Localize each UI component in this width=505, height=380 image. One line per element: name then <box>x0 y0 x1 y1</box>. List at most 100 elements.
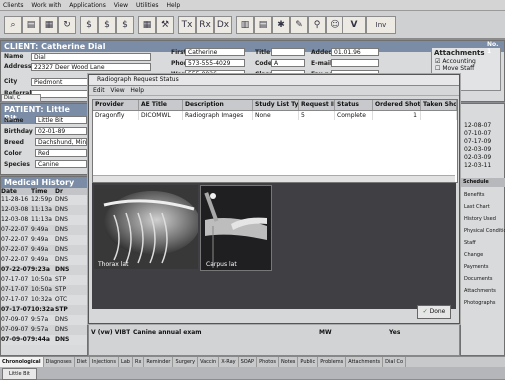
list-item[interactable]: 07-09-07 9:57a DNS <box>1 315 87 325</box>
list-item[interactable]: 12-03-11 <box>461 162 504 170</box>
list-item[interactable]: 07-09-07 9:57a DNS <box>1 325 87 335</box>
client-address-field[interactable]: 22327 Deer Wood Lane <box>31 63 151 71</box>
tab-chronological[interactable]: Chronological <box>0 357 44 367</box>
thorax-xray-image[interactable] <box>94 185 200 269</box>
side-link[interactable]: Benefits <box>461 192 505 204</box>
list-item[interactable]: 11-28-16 12:59p DNS <box>1 195 87 205</box>
col-provider[interactable]: Provider <box>93 100 139 110</box>
menu-help[interactable]: Help <box>163 0 183 9</box>
col-description[interactable]: Description <box>183 100 253 110</box>
diagnosis-icon[interactable]: Dx <box>214 16 232 34</box>
tab-dial-co[interactable]: Dial Co <box>383 357 407 367</box>
patient-name-field[interactable]: Little Bit <box>35 116 87 124</box>
list-item[interactable]: 07-17-07 10:32a STP <box>1 305 87 315</box>
invoice-icon[interactable]: $ <box>116 16 134 34</box>
title-field[interactable] <box>271 48 305 56</box>
tab-lab[interactable]: Lab <box>119 357 133 367</box>
xray-icon[interactable]: ✱ <box>272 16 290 34</box>
side-link[interactable]: History Used <box>461 216 505 228</box>
side-link[interactable]: Photographs <box>461 300 505 312</box>
dollar-icon[interactable]: $ <box>98 16 116 34</box>
tab-surgery[interactable]: Surgery <box>173 357 199 367</box>
species-field[interactable]: Canine <box>35 160 87 168</box>
table-icon[interactable]: ▥ <box>236 16 254 34</box>
list-item[interactable]: 07-22-07 9:49a DNS <box>1 225 87 235</box>
horizontal-scrollbar[interactable] <box>93 175 455 182</box>
tab-notes[interactable]: Notes <box>279 357 299 367</box>
refresh-icon[interactable]: ↻ <box>58 16 76 34</box>
client-tab[interactable]: Dial, C <box>1 94 41 102</box>
calendar-icon[interactable]: ▦ <box>40 16 58 34</box>
list-item[interactable]: 07-17-09 <box>461 138 504 146</box>
dialog-menu-help[interactable]: Help <box>130 87 144 94</box>
list-item[interactable]: 07-09-07 9:44a DNS <box>1 335 87 345</box>
tab-soap[interactable]: SOAP <box>239 357 258 367</box>
col-study-list-type[interactable]: Study List Type <box>253 100 299 110</box>
side-link[interactable]: Last Chart <box>461 204 505 216</box>
list-item[interactable]: 02-03-09 <box>461 154 504 162</box>
side-link[interactable]: Attachments <box>461 288 505 300</box>
tab-reminder[interactable]: Reminder <box>144 357 174 367</box>
list-item[interactable]: 07-22-07 9:23a DNS <box>1 265 87 275</box>
menu-work-with[interactable]: Work with <box>28 0 64 9</box>
list-item[interactable]: 12-03-08 11:13a DNS <box>1 205 87 215</box>
tab-photos[interactable]: Photos <box>257 357 279 367</box>
schedule-tab[interactable]: Schedule <box>461 178 505 187</box>
col-status[interactable]: Status <box>335 100 373 110</box>
inventory-icon[interactable]: Inv <box>366 16 396 34</box>
treatment-icon[interactable]: Tx <box>178 16 196 34</box>
list-item[interactable]: 07-22-07 9:49a DNS <box>1 255 87 265</box>
color-field[interactable]: Red <box>35 149 87 157</box>
tab-diet[interactable]: Diet <box>75 357 90 367</box>
breed-field[interactable]: Dachshund, Minia <box>35 138 87 146</box>
edit-icon[interactable]: ✎ <box>290 16 308 34</box>
tab-injections[interactable]: Injections <box>90 357 119 367</box>
tool-icon[interactable]: ⚲ <box>308 16 326 34</box>
tab-problems[interactable]: Problems <box>318 357 347 367</box>
side-link[interactable]: Physical Condition <box>461 228 505 240</box>
table-row[interactable]: Dragonfly DICOMWL Radiograph Images None… <box>93 111 457 120</box>
dialog-menu-view[interactable]: View <box>110 87 124 94</box>
added-field[interactable]: 01.01.96 <box>331 48 379 56</box>
list-item[interactable]: 07-17-07 10:50a STP <box>1 285 87 295</box>
rx-icon[interactable]: Rx <box>196 16 214 34</box>
col-request-id[interactable]: Request ID <box>299 100 335 110</box>
tab-attachments[interactable]: Attachments <box>346 357 384 367</box>
tab-vaccin[interactable]: Vaccin <box>198 357 220 367</box>
col-taken-shots[interactable]: Taken Shots <box>421 100 457 110</box>
dollar-icon[interactable]: $ <box>80 16 98 34</box>
codes-field[interactable]: A <box>271 59 305 67</box>
tab-public[interactable]: Public <box>298 357 319 367</box>
client-city-field[interactable]: Piedmont <box>31 78 91 86</box>
side-link[interactable]: Staff <box>461 240 505 252</box>
menu-applications[interactable]: Applications <box>66 0 109 9</box>
grid-icon[interactable]: ▦ <box>138 16 156 34</box>
menu-view[interactable]: View <box>111 0 131 9</box>
search-icon[interactable]: ⌕ <box>4 16 22 34</box>
done-button[interactable]: ✓ Done <box>417 305 451 319</box>
menu-utilities[interactable]: Utilities <box>133 0 162 9</box>
tab-rx[interactable]: Rx <box>133 357 145 367</box>
email-field[interactable] <box>331 59 379 67</box>
phone-field[interactable]: 573-555-4029 <box>185 59 245 67</box>
tab-diagnoses[interactable]: Diagnoses <box>44 357 75 367</box>
document-icon[interactable]: ▤ <box>254 16 272 34</box>
list-item[interactable]: 07-22-07 9:49a DNS <box>1 245 87 255</box>
list-item[interactable]: 07-22-07 9:49a DNS <box>1 235 87 245</box>
checkbox-icon[interactable]: ☐ <box>435 65 440 72</box>
side-link[interactable]: Documents <box>461 276 505 288</box>
vetting-icon[interactable]: V <box>342 16 366 34</box>
print-icon[interactable]: ▤ <box>22 16 40 34</box>
checkbox-icon[interactable]: ☑ <box>435 58 440 65</box>
menu-clients[interactable]: Clients <box>0 0 27 9</box>
list-item[interactable]: 02-03-09 <box>461 146 504 154</box>
list-item[interactable]: 12-03-08 11:13a DNS <box>1 215 87 225</box>
side-link[interactable]: Change <box>461 252 505 264</box>
birthday-field[interactable]: 02-01-89 <box>35 127 87 135</box>
list-item[interactable]: 12-08-07 <box>461 122 504 130</box>
tab-x-ray[interactable]: X-Ray <box>219 357 239 367</box>
client-name-field[interactable]: Dial <box>31 53 151 61</box>
carpus-xray-image[interactable] <box>200 185 272 271</box>
side-link[interactable]: Payments <box>461 264 505 276</box>
patient-tab[interactable]: Little Bit <box>2 368 37 380</box>
